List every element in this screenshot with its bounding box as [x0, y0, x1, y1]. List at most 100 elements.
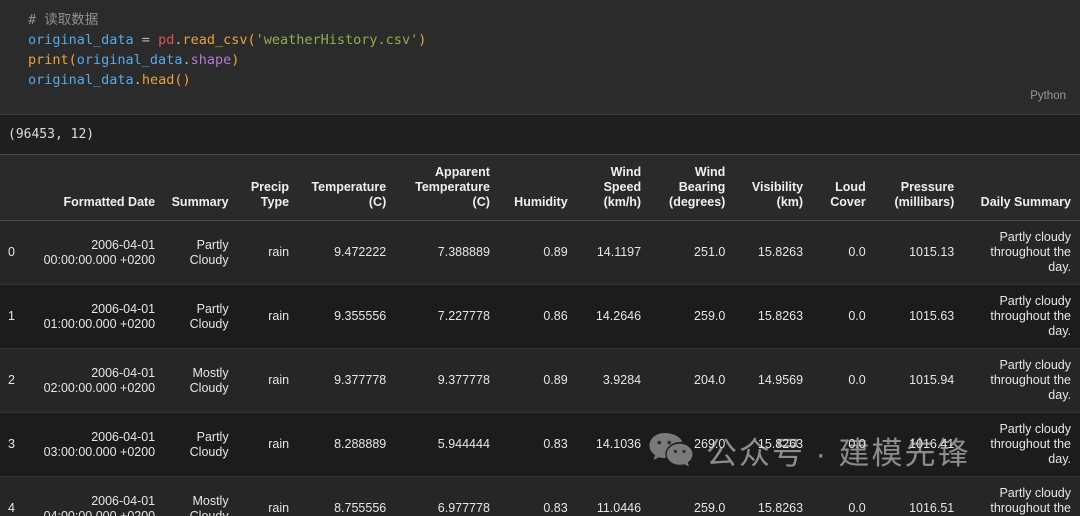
- table-header: Formatted Date Summary Precip Type Tempe…: [0, 154, 1080, 221]
- column-header-wind-speed[interactable]: Wind Speed (km/h): [577, 155, 650, 221]
- cell-daily-summary: Partly cloudy throughout the day.: [990, 358, 1071, 402]
- cell-pressure: 1015.13: [909, 245, 955, 259]
- code-line-4: original_data.head(): [0, 70, 1080, 90]
- cell-wind-speed: 3.9284: [602, 373, 642, 387]
- cell-visibility: 15.8263: [757, 437, 804, 451]
- code-line-3: print(original_data.shape): [0, 50, 1080, 70]
- cell-summary: Mostly Cloudy: [189, 493, 229, 516]
- column-header-apparent-temperature[interactable]: Apparent Temperature (C): [395, 155, 499, 221]
- column-header-wind-bearing[interactable]: Wind Bearing (degrees): [650, 155, 734, 221]
- cell-loud-cover: 0.0: [848, 437, 866, 451]
- row-index: 3: [8, 437, 15, 451]
- cell-precip-type: rain: [268, 245, 290, 259]
- print-function-token: print: [28, 52, 69, 68]
- cell-wind-bearing: 251.0: [694, 245, 726, 259]
- column-header-summary[interactable]: Summary: [164, 155, 237, 221]
- cell-pressure: 1015.94: [909, 373, 955, 387]
- cell-wind-speed: 11.0446: [596, 501, 642, 515]
- table-header-row: Formatted Date Summary Precip Type Tempe…: [0, 154, 1080, 221]
- open-paren-token: (: [247, 32, 256, 48]
- cell-summary: Partly Cloudy: [189, 237, 229, 267]
- table-row: 1 2006-04-01 01:00:00.000 +0200 Partly C…: [0, 284, 1080, 349]
- cell-formatted-date: 2006-04-01 01:00:00.000 +0200: [43, 301, 156, 331]
- cell-apparent-temperature: 9.377778: [437, 373, 490, 387]
- column-header-pressure[interactable]: Pressure (millibars): [875, 155, 964, 221]
- cell-loud-cover: 0.0: [848, 309, 866, 323]
- cell-wind-speed: 14.1036: [595, 437, 642, 451]
- cell-humidity: 0.86: [543, 309, 568, 323]
- cell-temperature: 8.288889: [334, 437, 387, 451]
- table-row: 4 2006-04-01 04:00:00.000 +0200 Mostly C…: [0, 476, 1080, 516]
- cell-apparent-temperature: 6.977778: [437, 501, 490, 515]
- column-header-loud-cover[interactable]: Loud Cover: [812, 155, 875, 221]
- function-token: read_csv: [182, 32, 248, 48]
- cell-visibility: 15.8263: [757, 501, 804, 515]
- cell-formatted-date: 2006-04-01 03:00:00.000 +0200: [43, 429, 156, 459]
- cell-wind-bearing: 204.0: [694, 373, 726, 387]
- cell-formatted-date: 2006-04-01 00:00:00.000 +0200: [43, 237, 156, 267]
- cell-precip-type: rain: [268, 437, 290, 451]
- column-header-visibility[interactable]: Visibility (km): [734, 155, 812, 221]
- cell-daily-summary: Partly cloudy throughout the day.: [990, 486, 1071, 515]
- code-line-1: # 读取数据: [0, 10, 1080, 30]
- variable-token: original_data: [76, 52, 183, 68]
- cell-formatted-date: 2006-04-01 04:00:00.000 +0200: [43, 493, 156, 516]
- dot-token: .: [133, 72, 142, 88]
- column-header-humidity[interactable]: Humidity: [499, 155, 577, 221]
- cell-visibility: 14.9569: [757, 373, 804, 387]
- cell-apparent-temperature: 7.227778: [437, 309, 490, 323]
- operator-token: =: [133, 32, 159, 48]
- cell-formatted-date: 2006-04-01 02:00:00.000 +0200: [43, 365, 156, 395]
- cell-temperature: 8.755556: [334, 501, 387, 515]
- variable-token: original_data: [28, 72, 134, 88]
- cell-daily-summary: Partly cloudy throughout the day.: [990, 422, 1071, 466]
- string-token: 'weatherHistory.csv': [255, 32, 419, 48]
- cell-pressure: 1016.41: [909, 437, 955, 451]
- cell-temperature: 9.472222: [334, 245, 387, 259]
- module-token: pd: [158, 32, 175, 48]
- column-header-daily-summary[interactable]: Daily Summary: [963, 155, 1080, 221]
- cell-apparent-temperature: 5.944444: [437, 437, 490, 451]
- language-label: Python: [1030, 90, 1066, 102]
- cell-summary: Partly Cloudy: [189, 429, 229, 459]
- cell-visibility: 15.8263: [757, 309, 804, 323]
- cell-precip-type: rain: [268, 373, 290, 387]
- cell-humidity: 0.83: [543, 437, 568, 451]
- cell-humidity: 0.89: [543, 373, 568, 387]
- cell-precip-type: rain: [268, 501, 290, 515]
- cell-wind-bearing: 259.0: [694, 309, 726, 323]
- cell-summary: Partly Cloudy: [189, 301, 229, 331]
- close-paren-token: ): [418, 32, 427, 48]
- dataframe-table: Formatted Date Summary Precip Type Tempe…: [0, 154, 1080, 516]
- cell-humidity: 0.83: [543, 501, 568, 515]
- cell-apparent-temperature: 7.388889: [437, 245, 490, 259]
- column-header-temperature[interactable]: Temperature (C): [298, 155, 395, 221]
- code-cell-footer: Python: [0, 90, 1080, 110]
- cell-precip-type: rain: [268, 309, 290, 323]
- code-cell[interactable]: # 读取数据 original_data = pd.read_csv('weat…: [0, 0, 1080, 115]
- cell-daily-summary: Partly cloudy throughout the day.: [990, 230, 1071, 274]
- dot-token: .: [182, 52, 191, 68]
- cell-visibility: 15.8263: [757, 245, 804, 259]
- comment-token: # 读取数据: [28, 12, 99, 28]
- column-header-formatted-date[interactable]: Formatted Date: [32, 155, 164, 221]
- cell-daily-summary: Partly cloudy throughout the day.: [990, 294, 1071, 338]
- cell-wind-speed: 14.2646: [595, 309, 642, 323]
- column-header-index[interactable]: [0, 155, 32, 221]
- cell-pressure: 1015.63: [909, 309, 955, 323]
- table-row: 0 2006-04-01 00:00:00.000 +0200 Partly C…: [0, 220, 1080, 285]
- notebook-cell-screenshot: # 读取数据 original_data = pd.read_csv('weat…: [0, 0, 1080, 516]
- cell-humidity: 0.89: [543, 245, 568, 259]
- column-header-precip-type[interactable]: Precip Type: [238, 155, 298, 221]
- row-index: 1: [8, 309, 15, 323]
- table-row: 2 2006-04-01 02:00:00.000 +0200 Mostly C…: [0, 348, 1080, 413]
- table-row: 3 2006-04-01 03:00:00.000 +0200 Partly C…: [0, 412, 1080, 477]
- close-paren-token: ): [231, 52, 240, 68]
- cell-wind-speed: 14.1197: [596, 245, 642, 259]
- code-line-2: original_data = pd.read_csv('weatherHist…: [0, 30, 1080, 50]
- cell-pressure: 1016.51: [909, 501, 955, 515]
- function-token: head: [141, 72, 175, 88]
- cell-loud-cover: 0.0: [848, 501, 866, 515]
- close-paren-token: ): [182, 72, 191, 88]
- variable-token: original_data: [28, 32, 134, 48]
